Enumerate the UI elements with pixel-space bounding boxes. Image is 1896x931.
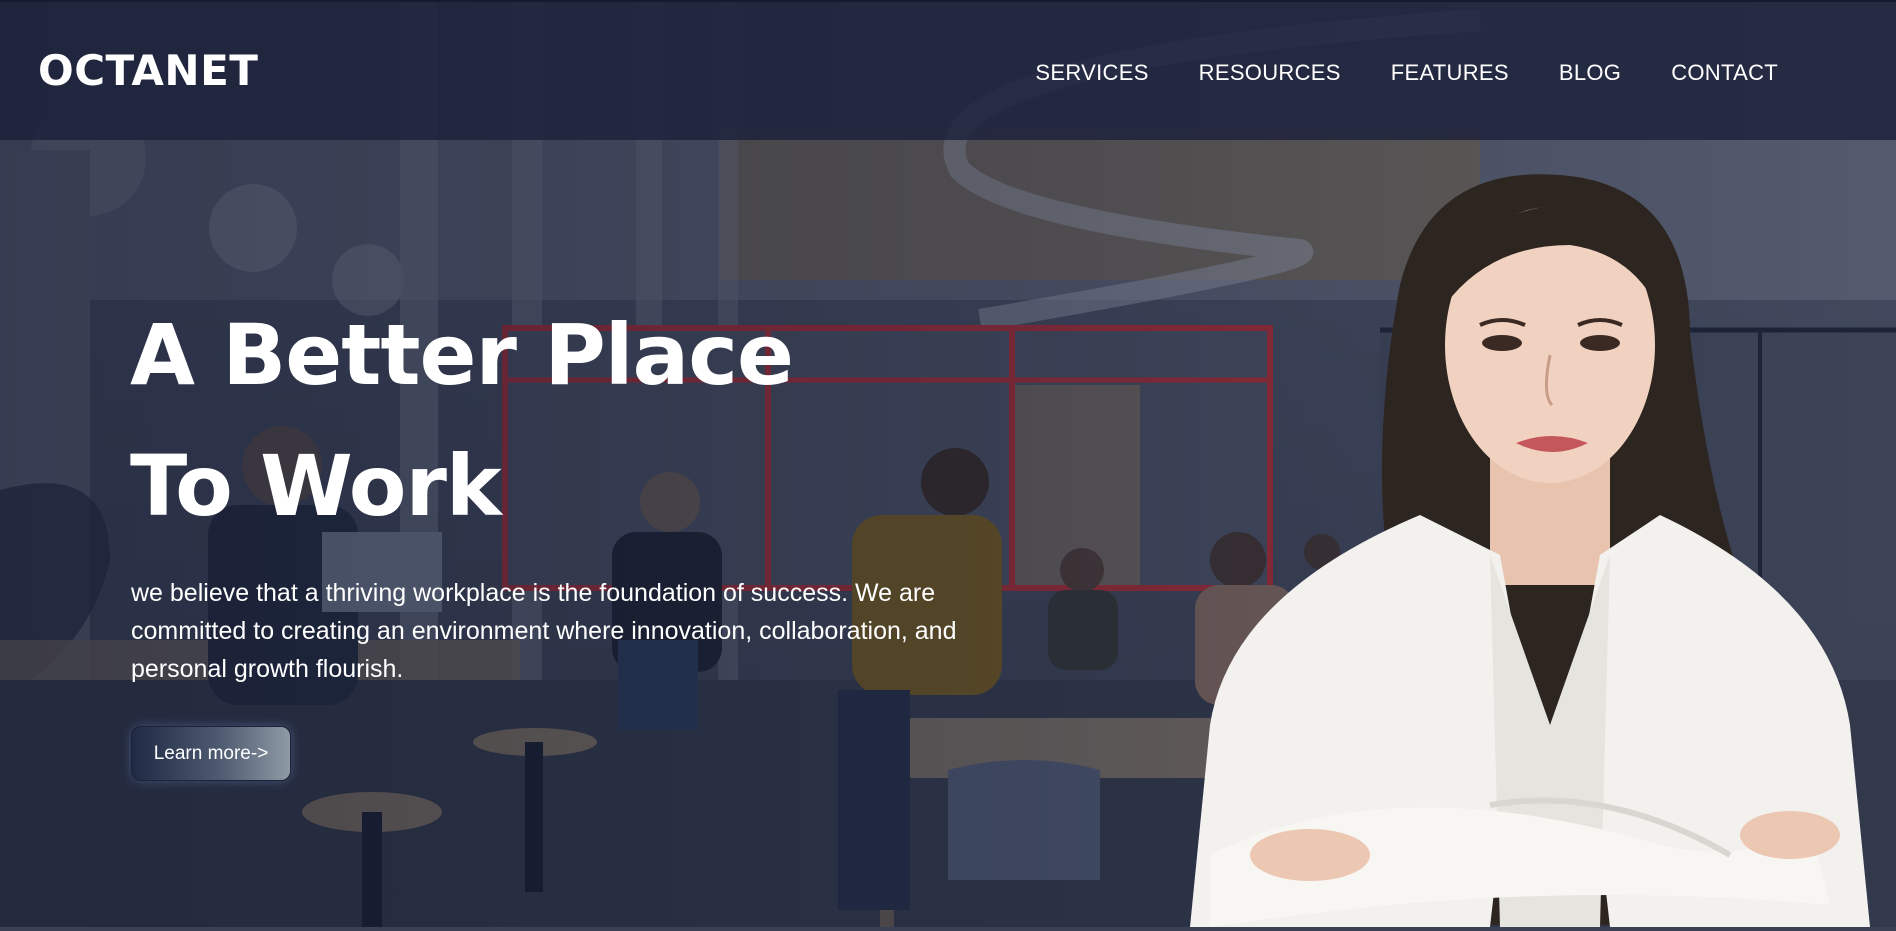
portrait-illustration	[1190, 174, 1870, 927]
nav-item-features[interactable]: FEATURES	[1391, 60, 1509, 86]
learn-more-button[interactable]: Learn more->	[131, 726, 291, 781]
nav-item-services[interactable]: SERVICES	[1035, 60, 1148, 86]
main-nav: SERVICES RESOURCES FEATURES BLOG CONTACT	[1035, 60, 1778, 86]
nav-item-resources[interactable]: RESOURCES	[1199, 60, 1341, 86]
nav-item-contact[interactable]: CONTACT	[1671, 60, 1778, 86]
hero-title-line-2: To Work	[130, 437, 502, 535]
hero-title: A Better Place To Work	[130, 290, 794, 552]
hero-title-line-1: A Better Place	[130, 306, 794, 404]
nav-item-blog[interactable]: BLOG	[1559, 60, 1621, 86]
woman-portrait-image	[1190, 165, 1870, 927]
brand-logo[interactable]: OCTANET	[38, 46, 258, 95]
top-navbar: OCTANET SERVICES RESOURCES FEATURES BLOG…	[0, 0, 1896, 140]
hero-description: we believe that a thriving workplace is …	[131, 579, 957, 683]
